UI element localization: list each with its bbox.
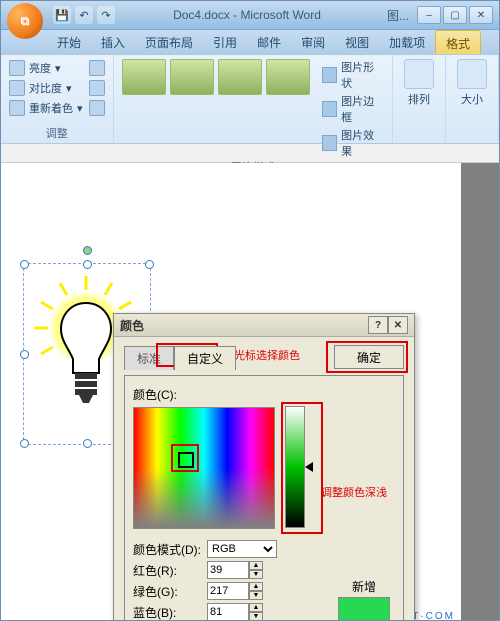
recolor-icon [9,100,25,116]
dialog-close-button[interactable]: ✕ [388,316,408,334]
dialog-titlebar[interactable]: 颜色 ? ✕ [114,314,414,337]
spin-down-icon[interactable]: ▼ [249,591,263,600]
color-mode-row: 颜色模式(D): RGB [133,540,395,558]
arrange-icon [404,59,434,89]
spin-up-icon[interactable]: ▲ [249,582,263,591]
dialog-help-button[interactable]: ? [368,316,388,334]
blue-input[interactable] [207,603,249,621]
contrast-icon [9,80,25,96]
new-color-label: 新增 [335,578,393,595]
compress-button[interactable] [89,59,105,77]
tab-custom[interactable]: 自定义 [174,346,236,370]
spin-up-icon[interactable]: ▲ [249,561,263,570]
color-dialog: 颜色 ? ✕ 标准 自定义 光标选择颜色 确定 取消 颜 [113,313,415,621]
group-arrange: 排列 [393,55,446,143]
style-thumb[interactable] [218,59,262,95]
app-window: ⧉ 💾 ↶ ↷ Doc4.docx - Microsoft Word 图... … [0,0,500,621]
arrange-button[interactable]: 排列 [401,59,437,107]
red-input[interactable] [207,561,249,579]
annotation-box [171,444,199,472]
ribbon: 亮度 ▾ 对比度 ▾ 重新着色 ▾ 调整 [1,55,499,144]
document-area: 第 九 软件网 WWW·D9SOFT·COM 颜色 ? ✕ 标准 自定义 [1,163,499,621]
reset-picture-button[interactable] [89,99,105,117]
undo-icon[interactable]: ↶ [75,6,93,24]
window-title: Doc4.docx - Microsoft Word [115,8,379,22]
dialog-title: 颜色 [120,317,144,334]
spin-down-icon[interactable]: ▼ [249,570,263,579]
style-gallery[interactable] [122,59,310,95]
ribbon-tabs: 开始 插入 页面布局 引用 邮件 审阅 视图 加载项 格式 [1,30,499,55]
reset-icon [89,100,105,116]
color-mode-select[interactable]: RGB [207,540,277,558]
crop-icon [457,59,487,89]
titlebar: ⧉ 💾 ↶ ↷ Doc4.docx - Microsoft Word 图... … [1,1,499,30]
redo-icon[interactable]: ↷ [97,6,115,24]
custom-color-panel: 颜色(C): 调整颜色深浅 颜色模式(D): RGB [124,375,404,621]
change-pic-icon [89,80,105,96]
close-button[interactable]: ✕ [469,6,493,24]
tab-home[interactable]: 开始 [47,30,91,54]
tab-addins[interactable]: 加载项 [379,30,435,54]
office-button[interactable]: ⧉ [7,3,43,39]
change-picture-button[interactable] [89,79,105,97]
border-icon [322,101,338,117]
tab-review[interactable]: 审阅 [291,30,335,54]
mode-label: 颜色模式(D): [133,541,201,558]
effects-icon [322,135,338,151]
context-tab-label: 图... [387,7,409,24]
minimize-button[interactable]: – [417,6,441,24]
brightness-button[interactable]: 亮度 ▾ [9,59,83,77]
sun-icon [9,60,25,76]
tab-view[interactable]: 视图 [335,30,379,54]
green-input[interactable] [207,582,249,600]
red-label: 红色(R): [133,562,201,579]
save-icon[interactable]: 💾 [53,6,71,24]
tab-layout[interactable]: 页面布局 [135,30,203,54]
annotation-box [326,341,408,373]
contrast-button[interactable]: 对比度 ▾ [9,79,83,97]
restore-button[interactable]: ▢ [443,6,467,24]
color-preview: 新增 当前 [335,576,393,621]
quick-access-toolbar: 💾 ↶ ↷ [53,6,115,24]
group-size: 大小 [446,55,499,143]
size-button[interactable]: 大小 [454,59,490,107]
style-thumb[interactable] [170,59,214,95]
color-label: 颜色(C): [133,386,395,403]
color-spectrum[interactable] [133,407,275,529]
green-label: 绿色(G): [133,583,201,600]
annotation-luminance: 调整颜色深浅 [321,484,387,500]
picture-effects-button[interactable]: 图片效果 [322,127,384,159]
tab-references[interactable]: 引用 [203,30,247,54]
picture-shape-button[interactable]: 图片形状 [322,59,384,91]
group-adjust: 亮度 ▾ 对比度 ▾ 重新着色 ▾ 调整 [1,55,114,143]
annotation-cursor: 光标选择颜色 [234,347,300,363]
tab-mailings[interactable]: 邮件 [247,30,291,54]
spin-down-icon[interactable]: ▼ [249,612,263,621]
tab-format[interactable]: 格式 [435,30,481,54]
recolor-button[interactable]: 重新着色 ▾ [9,99,83,117]
tab-insert[interactable]: 插入 [91,30,135,54]
group-label-adjust: 调整 [9,125,105,141]
new-color-swatch [338,597,390,621]
style-thumb[interactable] [266,59,310,95]
compress-icon [89,60,105,76]
shape-icon [322,67,338,83]
style-thumb[interactable] [122,59,166,95]
group-picture-styles: 图片形状 图片边框 图片效果 图片样式 [114,55,393,143]
annotation-box [281,402,323,534]
blue-label: 蓝色(B): [133,604,201,621]
spin-up-icon[interactable]: ▲ [249,603,263,612]
picture-border-button[interactable]: 图片边框 [322,93,384,125]
